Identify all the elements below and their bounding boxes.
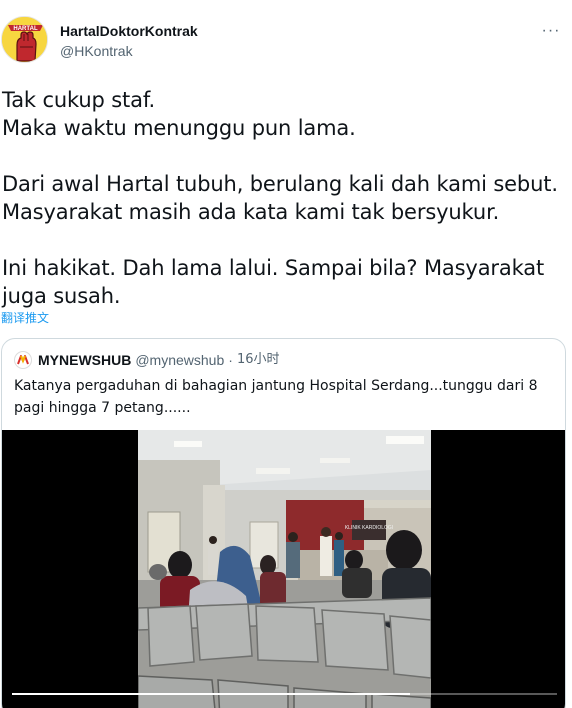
quoted-tweet[interactable]: MYNEWSHUB @mynewshub · 16小时 Katanya perg… bbox=[1, 338, 566, 708]
quoted-avatar[interactable] bbox=[14, 351, 32, 369]
tweet-line: Masyarakat masih ada kata kami tak bersy… bbox=[2, 200, 500, 224]
tweet-line: Dari awal Hartal tubuh, berulang kali da… bbox=[2, 172, 558, 196]
tweet-line: Tak cukup staf. bbox=[2, 88, 156, 112]
separator-dot: · bbox=[228, 352, 233, 368]
video-progress-bar[interactable] bbox=[12, 693, 557, 695]
video-progress-fill bbox=[12, 693, 410, 695]
quoted-author-handle[interactable]: @mynewshub bbox=[135, 351, 224, 369]
author-avatar[interactable]: HARTAL bbox=[1, 16, 48, 63]
tweet-text: Tak cukup staf. Maka waktu menunggu pun … bbox=[2, 86, 562, 310]
author-names: HartalDoktorKontrak @HKontrak bbox=[60, 22, 198, 60]
quoted-timestamp[interactable]: 16小时 bbox=[237, 351, 280, 369]
avatar-text: HARTAL bbox=[13, 26, 38, 32]
more-options-icon[interactable]: ··· bbox=[540, 20, 562, 42]
tweet-header: HARTAL HartalDoktorKontrak @HKontrak ··· bbox=[0, 12, 572, 72]
quoted-tweet-header: MYNEWSHUB @mynewshub · 16小时 bbox=[14, 351, 279, 369]
author-display-name[interactable]: HartalDoktorKontrak bbox=[60, 22, 198, 40]
clinic-sign: KLINIK KARDIOLOGI bbox=[345, 525, 393, 531]
author-handle[interactable]: @HKontrak bbox=[60, 42, 198, 60]
hospital-waiting-room-image: KLINIK KARDIOLOGI bbox=[138, 430, 431, 708]
tweet-line: juga susah. bbox=[2, 284, 121, 308]
translate-tweet-link[interactable]: 翻译推文 bbox=[1, 309, 49, 326]
video-player[interactable]: KLINIK KARDIOLOGI bbox=[2, 430, 565, 708]
video-frame: KLINIK KARDIOLOGI bbox=[138, 430, 431, 708]
fist-logo-icon: HARTAL bbox=[2, 17, 47, 62]
mynewshub-logo-icon bbox=[17, 355, 29, 365]
quoted-tweet-text: Katanya pergaduhan di bahagian jantung H… bbox=[14, 378, 538, 416]
quoted-author-name[interactable]: MYNEWSHUB bbox=[38, 351, 131, 369]
tweet-line: Maka waktu menunggu pun lama. bbox=[2, 116, 356, 140]
tweet-line: Ini hakikat. Dah lama lalui. Sampai bila… bbox=[2, 256, 545, 280]
